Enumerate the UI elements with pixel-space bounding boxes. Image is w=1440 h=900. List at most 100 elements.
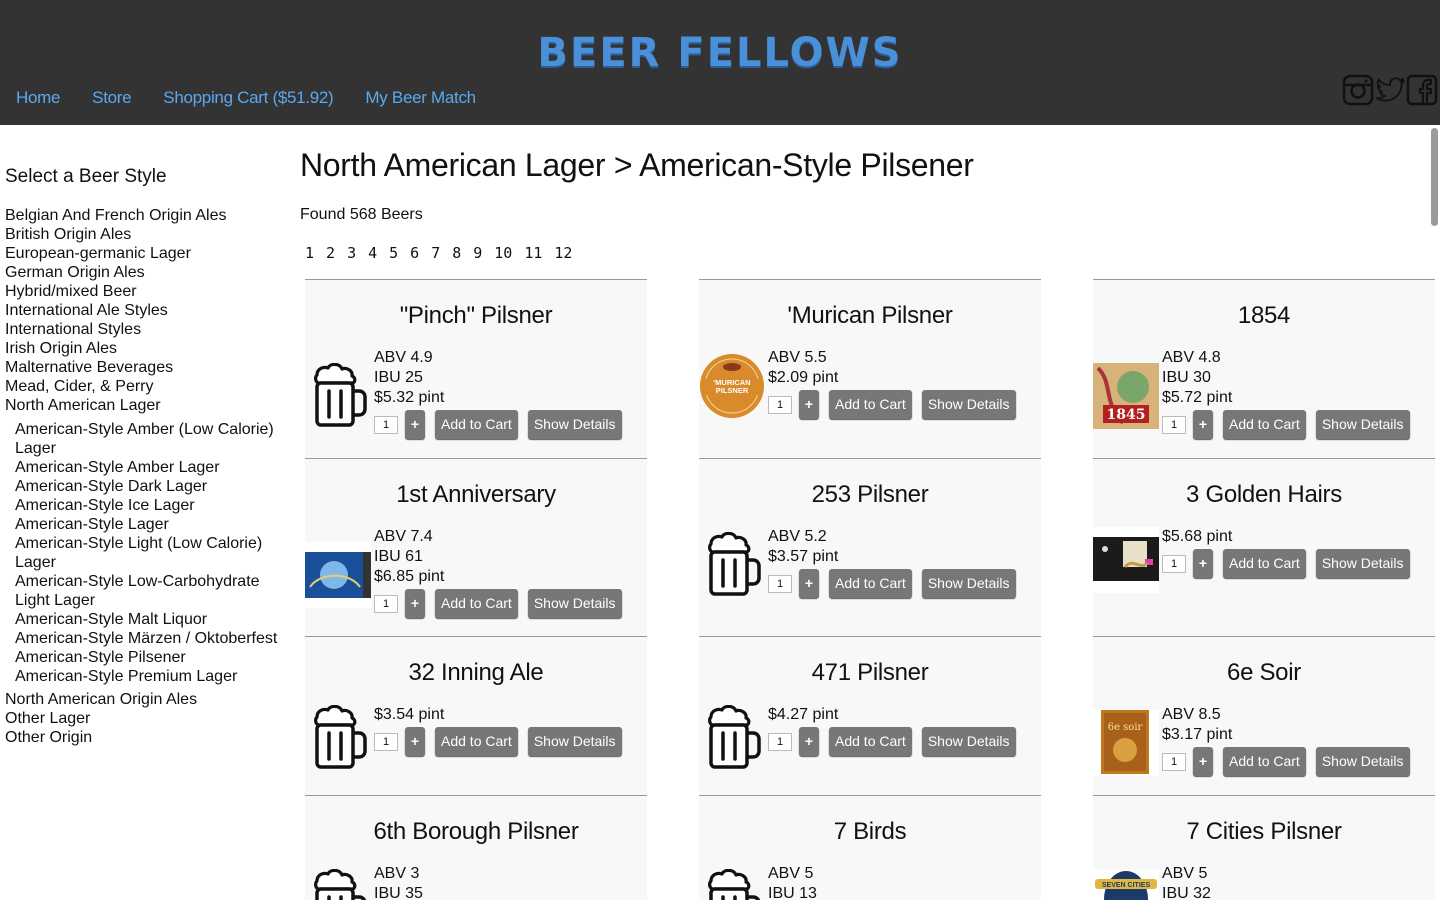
quantity-input[interactable]: 1 (374, 415, 398, 434)
page-link[interactable]: 4 (368, 244, 377, 262)
category-link[interactable]: Other Origin (5, 728, 295, 747)
show-details-button[interactable]: Show Details (527, 410, 622, 439)
beer-name: 32 Inning Ale (408, 659, 544, 686)
category-link[interactable]: British Origin Ales (5, 225, 295, 244)
increment-button[interactable]: + (1193, 747, 1213, 776)
instagram-icon[interactable] (1342, 74, 1374, 106)
category-link[interactable]: Other Lager (5, 709, 295, 728)
beer-info: $3.54 pint (374, 705, 444, 725)
increment-button[interactable]: + (1193, 410, 1213, 439)
show-details-button[interactable]: Show Details (921, 390, 1016, 419)
category-link[interactable]: Malternative Beverages (5, 358, 295, 377)
nav-store-link[interactable]: Store (92, 88, 131, 108)
category-link[interactable]: Hybrid/mixed Beer (5, 282, 295, 301)
category-link[interactable]: Mead, Cider, & Perry (5, 377, 295, 396)
beer-name: 253 Pilsner (811, 481, 929, 508)
page-link[interactable]: 1 (305, 244, 314, 262)
subcategory-link[interactable]: American-Style Amber Lager (15, 458, 295, 477)
page-link[interactable]: 6 (410, 244, 419, 262)
beer-info-line: $5.72 pint (1162, 389, 1233, 406)
subcategory-link[interactable]: American-Style Ice Lager (15, 496, 295, 515)
page-link[interactable]: 8 (452, 244, 461, 262)
subcategory-link[interactable]: American-Style Dark Lager (15, 477, 295, 496)
nav-beer-match-link[interactable]: My Beer Match (365, 88, 476, 108)
page-link[interactable]: 11 (524, 244, 542, 262)
beer-card: "Pinch" Pilsner ABV 4.9 IBU 25 $5.32 pint 1 +… (305, 279, 647, 458)
category-list-top: Belgian And French Origin Ales British O… (5, 206, 295, 415)
subcategory-link[interactable]: American-Style Malt Liquor (15, 610, 295, 629)
beer-info: ABV 5.2 $3.57 pint (768, 527, 838, 567)
subcategory-link[interactable]: American-Style Märzen / Oktoberfest (15, 629, 295, 648)
page-link[interactable]: 7 (431, 244, 440, 262)
page-link[interactable]: 12 (554, 244, 572, 262)
quantity-input[interactable]: 1 (768, 574, 792, 593)
subcategory-link-american-pilsener[interactable]: American-Style Pilsener (15, 648, 295, 667)
beer-style-sidebar: Select a Beer Style Belgian And French O… (5, 166, 295, 747)
quantity-input[interactable]: 1 (374, 594, 398, 613)
show-details-button[interactable]: Show Details (527, 727, 622, 756)
beer-name: 6e Soir (1227, 659, 1301, 686)
subcategory-link[interactable]: American-Style Premium Lager (15, 667, 295, 686)
quantity-input[interactable]: 1 (1162, 415, 1186, 434)
beer-info-line: ABV 4.8 (1162, 349, 1221, 366)
add-to-cart-button[interactable]: Add to Cart (435, 727, 518, 756)
category-link[interactable]: Irish Origin Ales (5, 339, 295, 358)
increment-button[interactable]: + (799, 569, 819, 598)
quantity-input[interactable]: 1 (768, 732, 792, 751)
category-link[interactable]: International Styles (5, 320, 295, 339)
svg-text:6e soir: 6e soir (1108, 722, 1143, 733)
quantity-input[interactable]: 1 (1162, 554, 1186, 573)
add-to-cart-button[interactable]: Add to Cart (435, 410, 518, 439)
cart-controls: 1 + Add to Cart Show Details (374, 410, 622, 439)
nav-shopping-cart-link[interactable]: Shopping Cart ($51.92) (163, 88, 333, 108)
category-link[interactable]: International Ale Styles (5, 301, 295, 320)
increment-button[interactable]: + (799, 390, 819, 419)
add-to-cart-button[interactable]: Add to Cart (1223, 549, 1306, 578)
quantity-input[interactable]: 1 (768, 395, 792, 414)
facebook-icon[interactable] (1406, 74, 1438, 106)
show-details-button[interactable]: Show Details (1315, 747, 1410, 776)
increment-button[interactable]: + (1193, 549, 1213, 578)
beer-info-line: IBU 61 (374, 548, 423, 565)
page-link[interactable]: 10 (494, 244, 512, 262)
site-logo[interactable]: BEER FELLOWS (0, 30, 1440, 76)
subcategory-link[interactable]: American-Style Lager (15, 515, 295, 534)
beer-mug-icon (305, 704, 371, 771)
add-to-cart-button[interactable]: Add to Cart (829, 569, 912, 598)
page-link[interactable]: 9 (473, 244, 482, 262)
increment-button[interactable]: + (405, 410, 425, 439)
quantity-input[interactable]: 1 (374, 732, 398, 751)
show-details-button[interactable]: Show Details (1315, 410, 1410, 439)
increment-button[interactable]: + (405, 589, 425, 618)
show-details-button[interactable]: Show Details (921, 569, 1016, 598)
subcategory-link[interactable]: American-Style Low-Carbohydrate Light La… (15, 572, 295, 610)
twitter-icon[interactable] (1374, 74, 1406, 106)
add-to-cart-button[interactable]: Add to Cart (1223, 410, 1306, 439)
category-link-north-american-lager[interactable]: North American Lager (5, 396, 295, 415)
increment-button[interactable]: + (405, 727, 425, 756)
add-to-cart-button[interactable]: Add to Cart (829, 727, 912, 756)
show-details-button[interactable]: Show Details (921, 727, 1016, 756)
page-link[interactable]: 3 (347, 244, 356, 262)
quantity-input[interactable]: 1 (1162, 752, 1186, 771)
category-link[interactable]: European-germanic Lager (5, 244, 295, 263)
show-details-button[interactable]: Show Details (1315, 549, 1410, 578)
increment-button[interactable]: + (799, 727, 819, 756)
category-link[interactable]: German Origin Ales (5, 263, 295, 282)
category-link[interactable]: Belgian And French Origin Ales (5, 206, 295, 225)
page-link[interactable]: 5 (389, 244, 398, 262)
add-to-cart-button[interactable]: Add to Cart (829, 390, 912, 419)
page-scrollbar[interactable] (1431, 128, 1438, 226)
nav-home-link[interactable]: Home (16, 88, 60, 108)
beer-info-line: IBU 25 (374, 369, 423, 386)
add-to-cart-button[interactable]: Add to Cart (1223, 747, 1306, 776)
add-to-cart-button[interactable]: Add to Cart (435, 589, 518, 618)
beer-info-line: $5.68 pint (1162, 528, 1233, 545)
subcategory-link[interactable]: American-Style Amber (Low Calorie) Lager (15, 420, 295, 458)
subcategory-link[interactable]: American-Style Light (Low Calorie) Lager (15, 534, 295, 572)
show-details-button[interactable]: Show Details (527, 589, 622, 618)
page-link[interactable]: 2 (326, 244, 335, 262)
category-link[interactable]: North American Origin Ales (5, 690, 295, 709)
beer-card: 1st Anniversary ABV 7.4 IBU 61 $6.85 pint 1 +… (305, 458, 647, 636)
cart-controls: 1 + Add to Cart Show Details (768, 390, 1016, 419)
